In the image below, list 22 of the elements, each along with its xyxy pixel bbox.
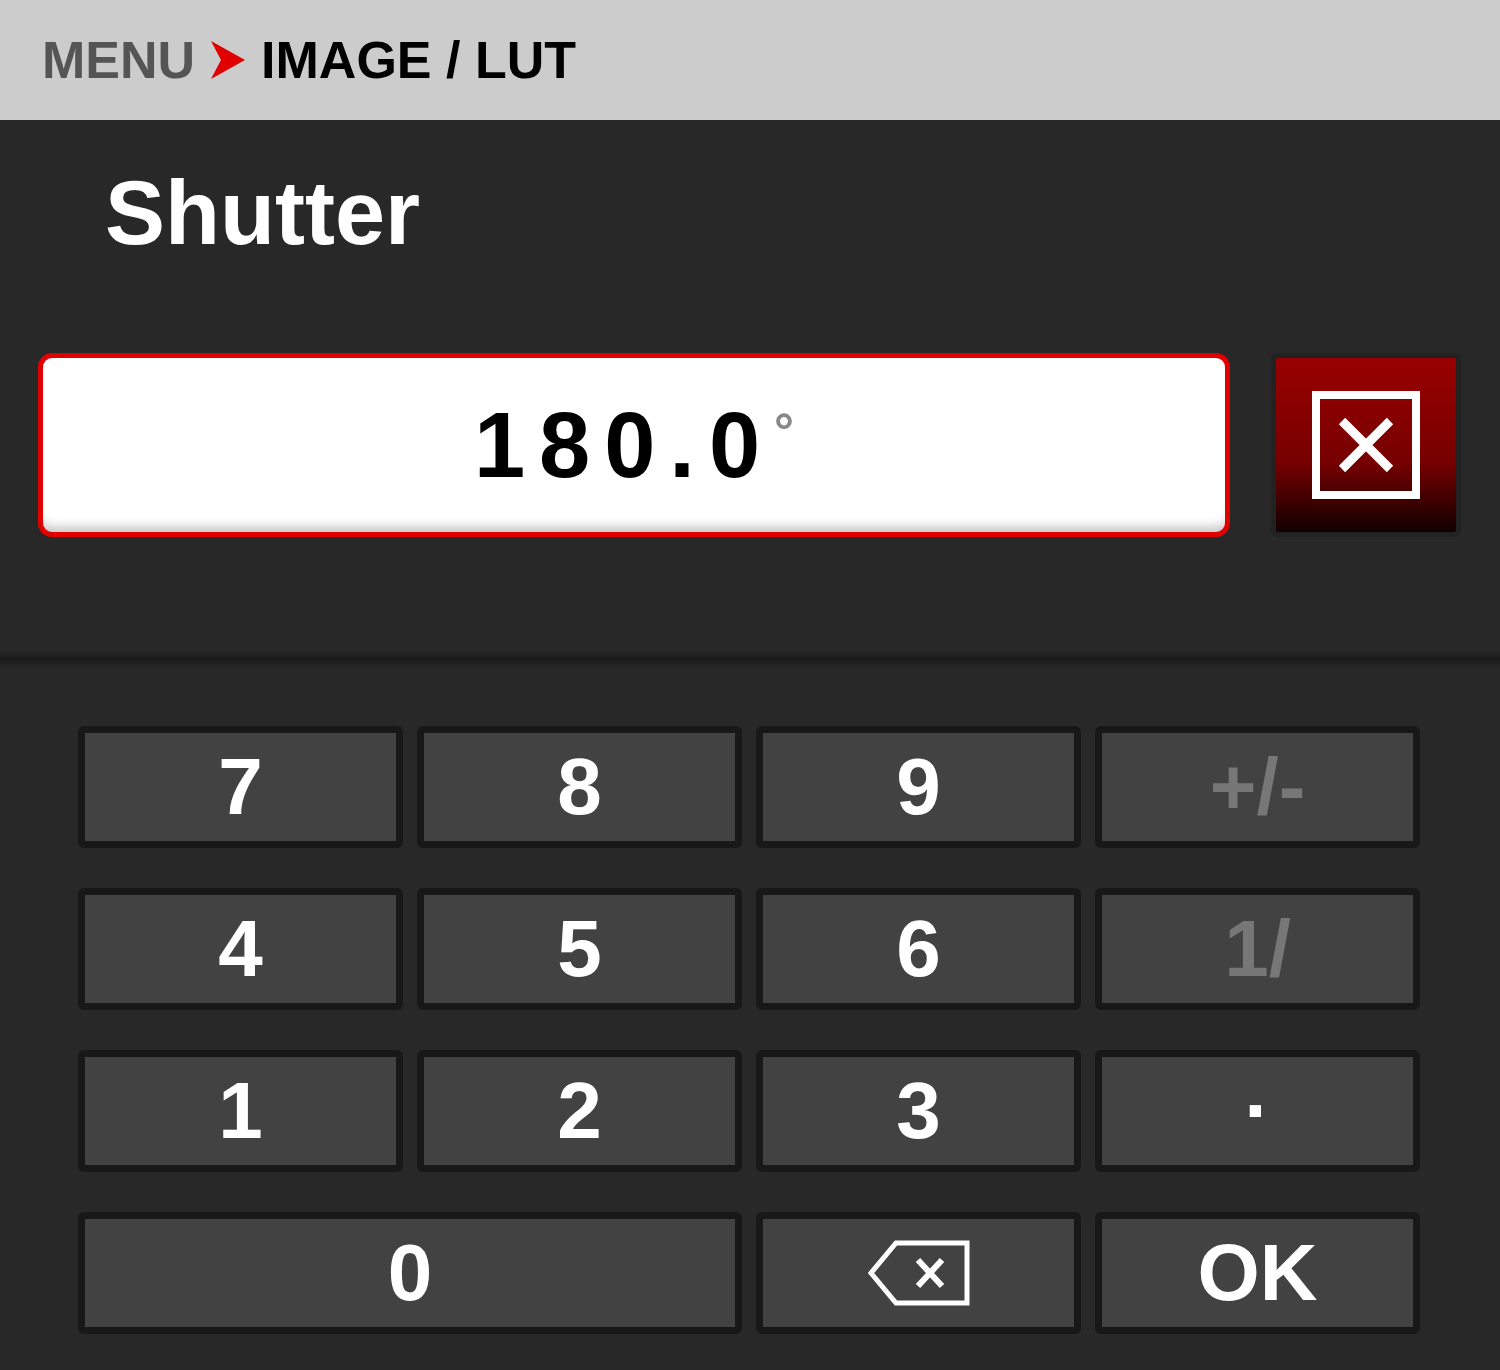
value-field[interactable]: 180.0° xyxy=(38,353,1230,537)
keypad-key[interactable]: 8 xyxy=(417,726,742,848)
keypad-key[interactable]: 2 xyxy=(417,1050,742,1172)
keypad-key[interactable]: 4 xyxy=(78,888,403,1010)
breadcrumb-link[interactable]: MENU xyxy=(42,34,196,86)
keypad-key[interactable]: · xyxy=(1095,1050,1420,1172)
keypad-key[interactable]: 1 xyxy=(78,1050,403,1172)
breadcrumb-current: IMAGE / LUT xyxy=(261,34,576,86)
backspace-icon xyxy=(867,1240,970,1306)
keypad-key[interactable]: 0 xyxy=(78,1212,742,1334)
keypad-key[interactable]: 9 xyxy=(756,726,1081,848)
keypad-key[interactable]: 3 xyxy=(756,1050,1081,1172)
keypad-key[interactable]: 7 xyxy=(78,726,403,848)
close-icon xyxy=(1312,391,1420,499)
chevron-right-icon xyxy=(211,41,246,79)
keypad-key[interactable]: 6 xyxy=(756,888,1081,1010)
unit-label: ° xyxy=(774,402,795,461)
keypad-key[interactable]: 5 xyxy=(417,888,742,1010)
field-value: 180.0 xyxy=(473,399,775,491)
backspace-button[interactable] xyxy=(756,1212,1081,1334)
dialog-title: Shutter xyxy=(104,162,421,265)
keypad-key[interactable]: OK xyxy=(1095,1212,1420,1334)
